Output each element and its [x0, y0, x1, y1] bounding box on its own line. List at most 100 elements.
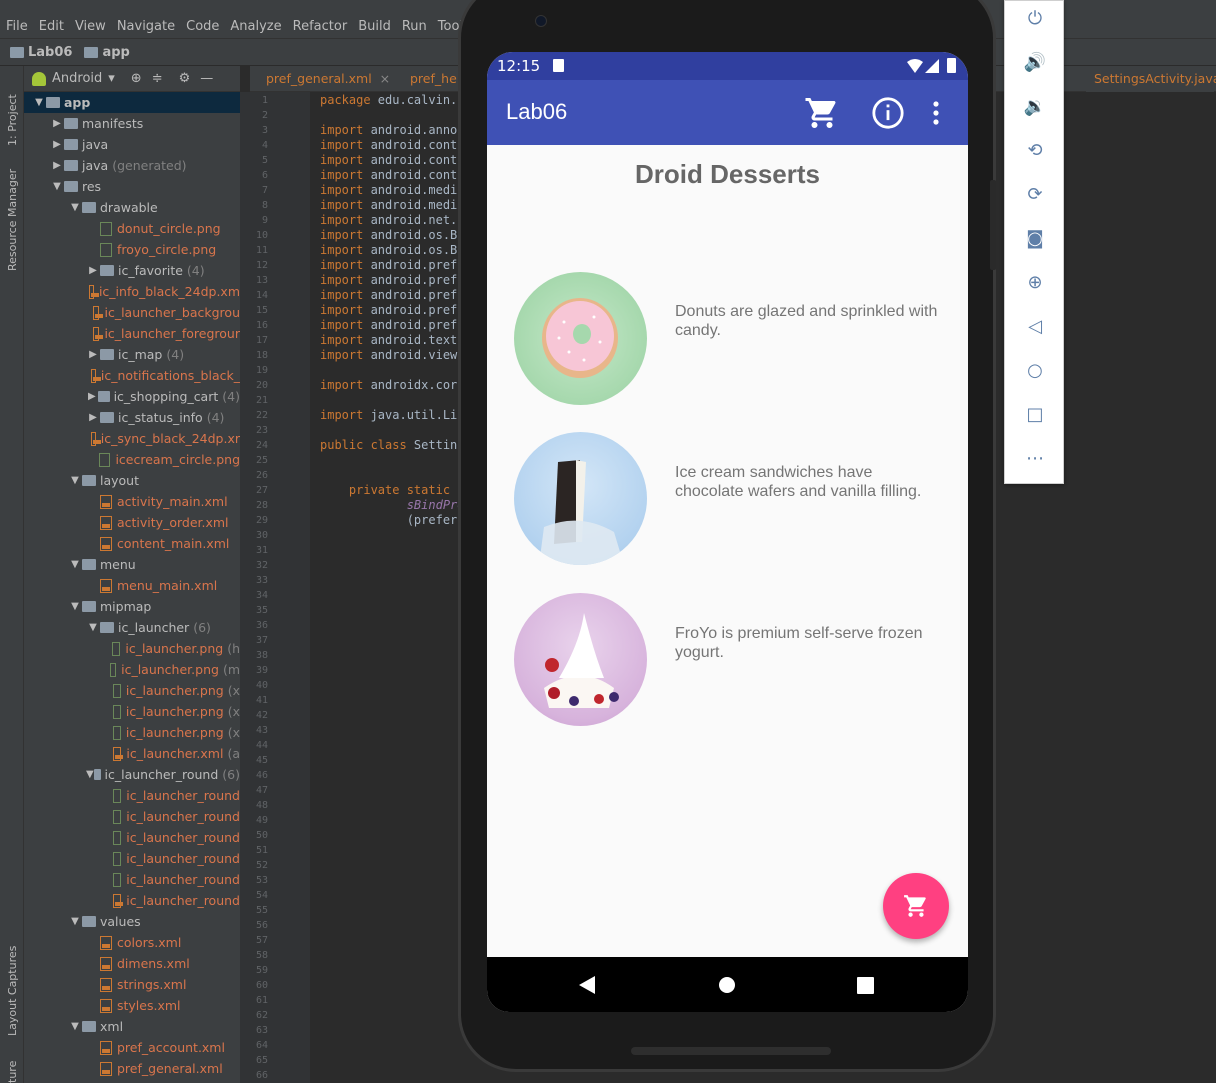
project-view-selector[interactable]: Android	[52, 71, 102, 86]
tree-item[interactable]: ic_launcher_round	[24, 869, 240, 890]
chevron-down-icon[interactable]: ▼	[68, 202, 82, 213]
tree-item[interactable]: ic_launcher.png (m	[24, 659, 240, 680]
tree-item[interactable]: ▶ java	[24, 134, 240, 155]
hide-icon[interactable]: —	[200, 71, 213, 86]
tree-item[interactable]: ▶ ic_map (4)	[24, 344, 240, 365]
tab-settings-activity[interactable]: SettingsActivity.java	[1086, 66, 1216, 92]
tree-item[interactable]: ic_launcher.xml (a	[24, 743, 240, 764]
chevron-right-icon[interactable]: ▶	[86, 412, 100, 423]
tree-item[interactable]: content_main.xml	[24, 533, 240, 554]
menu-analyze[interactable]: Analyze	[230, 19, 281, 34]
tree-item[interactable]: strings.xml	[24, 974, 240, 995]
tree-item[interactable]: ic_sync_black_24dp.xr	[24, 428, 240, 449]
menu-build[interactable]: Build	[358, 19, 391, 34]
locate-icon[interactable]: ⊕	[131, 71, 142, 86]
tree-item[interactable]: ▶ java (generated)	[24, 155, 240, 176]
tree-item[interactable]: ic_launcher_round	[24, 848, 240, 869]
chevron-down-icon[interactable]: ▼	[32, 97, 46, 108]
menu-code[interactable]: Code	[186, 19, 219, 34]
tree-item[interactable]: ▼ app	[24, 92, 240, 113]
tree-item[interactable]: activity_main.xml	[24, 491, 240, 512]
tree-item[interactable]: menu_main.xml	[24, 575, 240, 596]
froyo-image[interactable]	[514, 593, 647, 726]
menu-navigate[interactable]: Navigate	[117, 19, 175, 34]
nav-home-icon[interactable]	[718, 976, 736, 994]
chevron-down-icon[interactable]: ▼	[68, 601, 82, 612]
rotate-right-icon[interactable]: ⟳	[1005, 174, 1065, 214]
tree-item[interactable]: ic_launcher.png (x	[24, 680, 240, 701]
chevron-right-icon[interactable]: ▶	[50, 160, 64, 171]
tree-item[interactable]: ic_launcher.png (h	[24, 638, 240, 659]
tree-item[interactable]: ▼ xml	[24, 1016, 240, 1037]
tree-item[interactable]: ic_notifications_black_	[24, 365, 240, 386]
tree-item[interactable]: ▼ layout	[24, 470, 240, 491]
tree-item[interactable]: styles.xml	[24, 995, 240, 1016]
chevron-down-icon[interactable]: ▼	[50, 181, 64, 192]
volume-up-icon[interactable]: 🔊	[1005, 42, 1065, 82]
layout-captures-tool-tab[interactable]: Layout Captures	[6, 946, 19, 1036]
chevron-right-icon[interactable]: ▶	[86, 349, 100, 360]
menu-refactor[interactable]: Refactor	[293, 19, 348, 34]
tree-item[interactable]: ▼ res	[24, 176, 240, 197]
ice-cream-sandwich-image[interactable]	[514, 432, 647, 565]
resource-manager-tool-tab[interactable]: Resource Manager	[6, 169, 19, 271]
menu-edit[interactable]: Edit	[39, 19, 64, 34]
tree-item[interactable]: ▶ ic_shopping_cart (4)	[24, 386, 240, 407]
tree-item[interactable]: activity_order.xml	[24, 512, 240, 533]
home-icon[interactable]: ○	[1005, 350, 1065, 390]
tree-item[interactable]: ▶ manifests	[24, 113, 240, 134]
tree-item[interactable]: ▶ ic_status_info (4)	[24, 407, 240, 428]
tree-item[interactable]: ic_launcher_round	[24, 890, 240, 911]
structure-tool-tab[interactable]: ture	[6, 1061, 19, 1083]
collapse-icon[interactable]: ≑	[152, 71, 163, 86]
tree-item[interactable]: ic_info_black_24dp.xm	[24, 281, 240, 302]
tree-item[interactable]: ▼ ic_launcher (6)	[24, 617, 240, 638]
breadcrumb-project[interactable]: Lab06	[28, 45, 72, 60]
tree-item[interactable]: donut_circle.png	[24, 218, 240, 239]
shopping-cart-icon[interactable]	[804, 95, 840, 131]
tree-item[interactable]: ▼ menu	[24, 554, 240, 575]
tree-item[interactable]: ▼ drawable	[24, 197, 240, 218]
nav-overview-icon[interactable]	[857, 977, 874, 994]
tree-item[interactable]: ic_launcher_round	[24, 785, 240, 806]
tree-item[interactable]: ic_launcher_round	[24, 806, 240, 827]
overview-icon[interactable]: □	[1005, 394, 1065, 434]
tree-item[interactable]: pref_general.xml	[24, 1058, 240, 1079]
power-icon[interactable]: ⏻	[1005, 0, 1065, 38]
tree-item[interactable]: colors.xml	[24, 932, 240, 953]
chevron-down-icon[interactable]: ▼	[68, 916, 82, 927]
chevron-right-icon[interactable]: ▶	[86, 391, 98, 402]
tab-pref-general[interactable]: pref_general.xml ×	[258, 66, 394, 92]
tree-item[interactable]: ▼ mipmap	[24, 596, 240, 617]
camera-icon[interactable]: ◙	[1005, 218, 1065, 258]
chevron-down-icon[interactable]: ▼	[86, 622, 100, 633]
tree-item[interactable]: icecream_circle.png	[24, 449, 240, 470]
chevron-down-icon[interactable]: ▼	[68, 1021, 82, 1032]
tree-item[interactable]: ▼ values	[24, 911, 240, 932]
breadcrumb-module[interactable]: app	[102, 45, 129, 60]
tree-item[interactable]: ic_launcher_round	[24, 827, 240, 848]
order-fab-button[interactable]	[883, 873, 949, 939]
zoom-icon[interactable]: ⊕	[1005, 262, 1065, 302]
project-tool-tab[interactable]: 1: Project	[6, 94, 19, 146]
volume-down-icon[interactable]: 🔉	[1005, 86, 1065, 126]
more-icon[interactable]: ⋯	[1005, 438, 1065, 478]
tree-item[interactable]: pref_account.xml	[24, 1037, 240, 1058]
chevron-right-icon[interactable]: ▶	[50, 118, 64, 129]
rotate-left-icon[interactable]: ⟲	[1005, 130, 1065, 170]
gear-icon[interactable]: ⚙	[179, 71, 191, 86]
close-icon[interactable]: ×	[380, 71, 390, 86]
tree-item[interactable]: ▶ ic_favorite (4)	[24, 260, 240, 281]
chevron-right-icon[interactable]: ▶	[50, 139, 64, 150]
chevron-down-icon[interactable]: ▼	[68, 475, 82, 486]
chevron-down-icon[interactable]: ▾	[108, 71, 115, 86]
menu-view[interactable]: View	[75, 19, 106, 34]
donut-image[interactable]	[514, 272, 647, 405]
nav-back-icon[interactable]	[577, 975, 597, 995]
tree-item[interactable]: ▼ ic_launcher_round (6)	[24, 764, 240, 785]
menu-run[interactable]: Run	[402, 19, 427, 34]
tree-item[interactable]: ic_launcher_backgrou	[24, 302, 240, 323]
tree-item[interactable]: ic_launcher.png (x	[24, 722, 240, 743]
chevron-right-icon[interactable]: ▶	[86, 265, 100, 276]
menu-file[interactable]: File	[6, 19, 28, 34]
